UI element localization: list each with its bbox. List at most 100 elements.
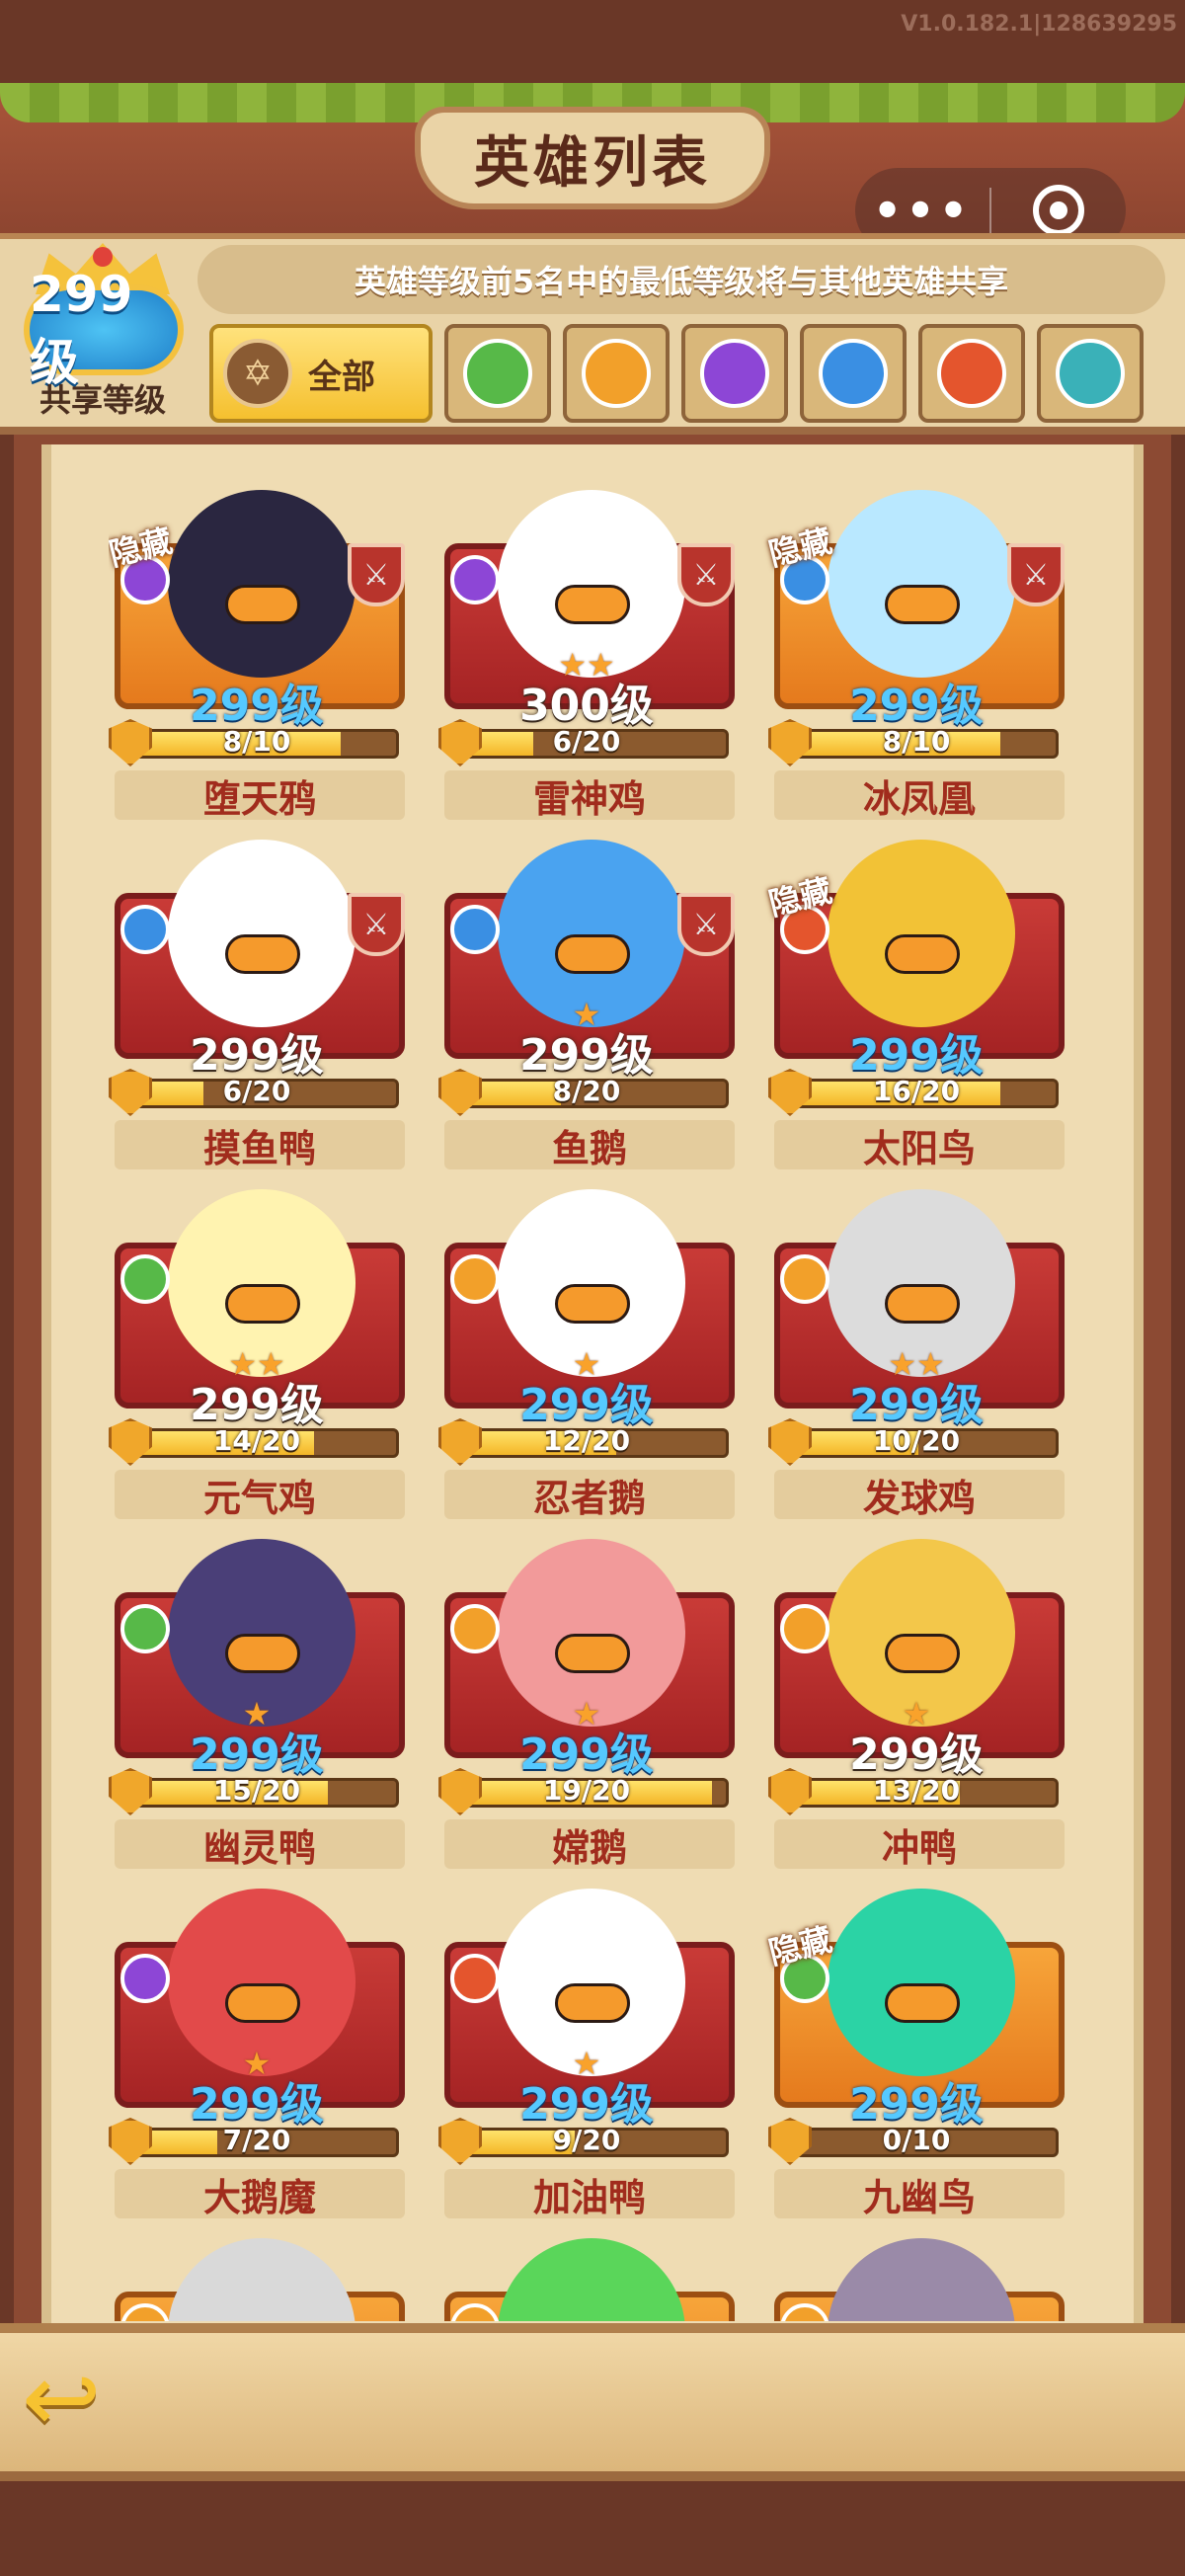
beak-icon [555, 1634, 630, 1673]
gem-icon [93, 247, 113, 267]
hero-card-partial[interactable] [768, 2232, 1065, 2321]
hero-name: 幽灵鸭 [115, 1819, 405, 1870]
lightning-element-icon [700, 339, 769, 408]
close-mini-program-button[interactable] [991, 185, 1126, 236]
hero-name: 摸鱼鸭 [115, 1120, 405, 1170]
hero-card[interactable]: ★★ 299级 14/20 元气鸡 [109, 1183, 405, 1531]
hero-avatar [828, 490, 1015, 678]
hero-card-partial[interactable] [109, 2232, 405, 2321]
element-icon [120, 1254, 170, 1304]
element-icon [450, 1954, 500, 2003]
hero-name: 九幽鸟 [774, 2169, 1065, 2219]
hero-card[interactable]: ★ 299级 13/20 冲鸭 [768, 1533, 1065, 1881]
hero-level: 299级 [849, 2079, 984, 2130]
filter-all-label: 全部 [308, 357, 375, 397]
element-icon [450, 905, 500, 954]
hero-level: 299级 [849, 1730, 984, 1780]
element-icon [450, 1604, 500, 1653]
version-label: V1.0.182.1|128639295 [901, 12, 1177, 37]
snowflake-element-icon [819, 339, 888, 408]
crossed-swords-icon: ⚔ [348, 543, 405, 606]
all-elements-icon: ✡ [223, 339, 292, 408]
hero-level: 299级 [519, 1730, 654, 1780]
hero-name: 冲鸭 [774, 1819, 1065, 1870]
hero-avatar [168, 2238, 356, 2321]
back-arrow-icon[interactable]: ↩ [22, 2349, 176, 2452]
beak-icon [225, 1634, 300, 1673]
title-plate: 英雄列表 [415, 107, 770, 209]
hero-level: 299级 [849, 1030, 984, 1081]
hero-avatar [498, 2238, 685, 2321]
crossed-swords-icon: ⚔ [1007, 543, 1065, 606]
element-icon [450, 1254, 500, 1304]
hero-avatar [828, 1889, 1015, 2076]
hero-card[interactable]: ⚔ 299级 6/20 摸鱼鸭 [109, 834, 405, 1181]
filter-element-button-1[interactable] [444, 324, 551, 423]
hero-name: 元气鸡 [115, 1470, 405, 1520]
hero-name: 忍者鹅 [444, 1470, 735, 1520]
shared-level-label: 共享等级 [39, 381, 166, 419]
hero-name: 鱼鹅 [444, 1120, 735, 1170]
hero-card[interactable]: ★ 299级 15/20 幽灵鸭 [109, 1533, 405, 1881]
beak-icon [555, 934, 630, 974]
filter-all-button[interactable]: ✡ 全部 [209, 324, 433, 423]
shared-level-badge: 299级 共享等级 [6, 237, 199, 425]
hero-card[interactable]: ★ 299级 7/20 大鹅魔 [109, 1883, 405, 2230]
filter-element-button-3[interactable] [681, 324, 788, 423]
element-icon [120, 905, 170, 954]
beak-icon [555, 1284, 630, 1324]
hero-card[interactable]: ★ 299级 19/20 嫦鹅 [438, 1533, 735, 1881]
hero-level: 299级 [519, 1380, 654, 1430]
filter-element-button-2[interactable] [563, 324, 670, 423]
hero-name: 冰凤凰 [774, 770, 1065, 821]
element-icon [780, 1254, 830, 1304]
hero-grid: ⚔ 隐藏 299级 8/10 堕天鸦 ⚔ ★★ 300级 6/20 雷神鸡 ⚔ 隐藏 299级 8/10 冰… [109, 484, 1086, 2321]
more-menu-icon[interactable]: ••• [855, 181, 989, 240]
page-title: 英雄列表 [474, 130, 711, 196]
hero-name: 加油鸭 [444, 2169, 735, 2219]
hero-card[interactable]: ⚔ ★★ 300级 6/20 雷神鸡 [438, 484, 735, 832]
hero-name: 雷神鸡 [444, 770, 735, 821]
hero-name: 大鹅魔 [115, 2169, 405, 2219]
element-icon [450, 555, 500, 604]
filter-element-button-5[interactable] [918, 324, 1025, 423]
filter-element-button-4[interactable] [800, 324, 907, 423]
filter-element-button-6[interactable] [1037, 324, 1144, 423]
hero-level: 299级 [849, 681, 984, 731]
hero-card[interactable]: 隐藏 299级 0/10 九幽鸟 [765, 1883, 1065, 2230]
hero-level: 299级 [519, 2079, 654, 2130]
hero-card[interactable]: 隐藏 299级 16/20 太阳鸟 [765, 834, 1065, 1181]
footer-strip [0, 2481, 1185, 2576]
hero-level: 299级 [190, 1030, 324, 1081]
hero-card[interactable]: ★ 299级 12/20 忍者鹅 [438, 1183, 735, 1531]
hero-level: 299级 [519, 1030, 654, 1081]
hero-name: 堕天鸦 [115, 770, 405, 821]
hero-card[interactable]: ⚔ 隐藏 299级 8/10 堕天鸦 [109, 484, 405, 832]
beak-icon [555, 1983, 630, 2023]
beak-icon [555, 585, 630, 624]
water-element-icon [1056, 339, 1125, 408]
hero-card[interactable]: ⚔ 隐藏 299级 8/10 冰凤凰 [765, 484, 1065, 832]
hero-card[interactable]: ⚔ ★ 299级 8/20 鱼鹅 [438, 834, 735, 1181]
beak-icon [225, 1983, 300, 2023]
hero-level: 299级 [190, 1730, 324, 1780]
element-icon [780, 1604, 830, 1653]
hero-card-partial[interactable] [438, 2232, 735, 2321]
crossed-swords-icon: ⚔ [348, 893, 405, 956]
beak-icon [885, 1284, 960, 1324]
hero-name: 嫦鹅 [444, 1819, 735, 1870]
fire-element-icon [937, 339, 1006, 408]
hero-level: 299级 [190, 681, 324, 731]
hero-level: 299级 [190, 2079, 324, 2130]
element-icon [120, 1954, 170, 2003]
beak-icon [885, 585, 960, 624]
crossed-swords-icon: ⚔ [677, 543, 735, 606]
hero-avatar [168, 490, 356, 678]
crossed-swords-icon: ⚔ [677, 893, 735, 956]
hero-level: 299级 [849, 1380, 984, 1430]
shared-level-notice: 英雄等级前5名中的最低等级将与其他英雄共享 [198, 245, 1165, 314]
beak-icon [225, 1284, 300, 1324]
hero-card[interactable]: ★ 299级 9/20 加油鸭 [438, 1883, 735, 2230]
footer-board [0, 2323, 1185, 2481]
hero-card[interactable]: ★★ 299级 10/20 发球鸡 [768, 1183, 1065, 1531]
